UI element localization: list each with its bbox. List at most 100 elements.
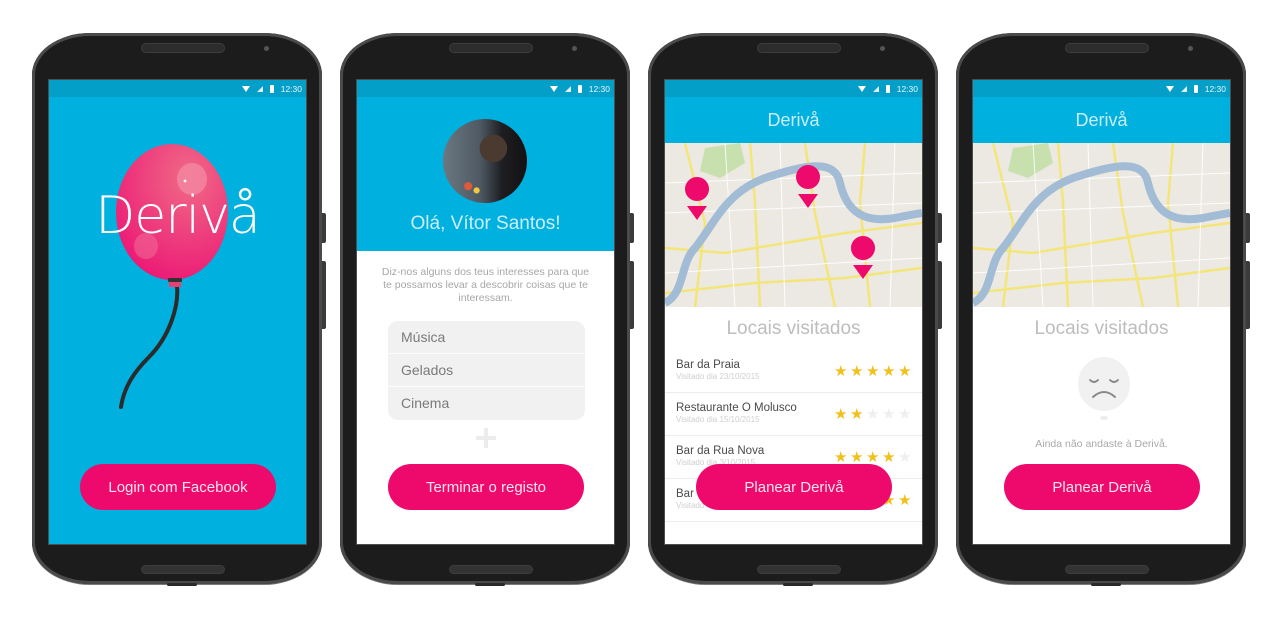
section-title: Locais visitados: [1034, 318, 1169, 339]
battery-icon: [885, 84, 890, 93]
map-pins: [685, 165, 876, 279]
star-filled-icon: ★: [898, 492, 912, 509]
star-filled-icon: ★: [882, 363, 896, 380]
register-screen: 12:30 Olá, Vítor Santos! Diz-nos alguns …: [357, 80, 614, 544]
plan-deriva-button[interactable]: Planear Derivå: [696, 464, 892, 510]
interest-item[interactable]: Cinema: [388, 387, 585, 420]
status-bar: 12:30: [665, 80, 922, 97]
front-camera: [1188, 46, 1193, 51]
phone-login: 12:30 Derivå Login com Facebook: [32, 33, 326, 586]
star-empty-icon: ★: [882, 406, 896, 423]
wifi-icon: [1165, 85, 1174, 92]
greeting: Olá, Vítor Santos!: [410, 213, 561, 234]
star-filled-icon: ★: [866, 449, 880, 466]
star-filled-icon: ★: [850, 449, 864, 466]
app-logo: Derivå: [95, 186, 261, 246]
list-item[interactable]: Bar da Praia Visitado dia 23/10/2015 ★ ★ ★…: [665, 350, 922, 393]
wifi-icon: [549, 85, 558, 92]
interest-item[interactable]: Música: [388, 321, 585, 354]
rating-stars: ★★★★★: [834, 364, 913, 379]
rating-stars: ★★★★★: [834, 407, 913, 422]
battery-icon: [269, 84, 274, 93]
status-time: 12:30: [896, 83, 918, 94]
map-pin-icon: [685, 177, 710, 220]
bottom-speaker: [758, 566, 840, 573]
wifi-icon: [857, 85, 866, 92]
usb-port: [783, 583, 813, 586]
visited-screen: 12:30 Derivå Locais visitados Bar da Pra…: [665, 80, 922, 544]
wifi-icon: [241, 85, 250, 92]
finish-registration-button[interactable]: Terminar o registo: [388, 464, 584, 510]
phone-empty: 12:30 Derivå Locais visitados Ainda não …: [956, 33, 1250, 586]
front-camera: [264, 46, 269, 51]
volume-button: [938, 261, 942, 329]
phone-register: 12:30 Olá, Vítor Santos! Diz-nos alguns …: [340, 33, 634, 586]
login-screen: 12:30 Derivå Login com Facebook: [49, 80, 306, 544]
user-avatar: [443, 119, 527, 203]
power-button: [1246, 213, 1250, 243]
map-view[interactable]: [973, 143, 1230, 307]
interests-list: Música Gelados Cinema: [388, 321, 585, 420]
star-empty-icon: ★: [898, 449, 912, 466]
power-button: [322, 213, 326, 243]
volume-button: [322, 261, 326, 329]
login-facebook-button[interactable]: Login com Facebook: [80, 464, 276, 510]
list-item[interactable]: Restaurante O Molusco Visitado dia 15/10…: [665, 393, 922, 436]
bottom-speaker: [142, 566, 224, 573]
signal-icon: [256, 85, 263, 92]
star-filled-icon: ★: [850, 363, 864, 380]
splash: Derivå Login com Facebook: [49, 97, 306, 544]
usb-port: [1091, 583, 1121, 586]
plan-deriva-button[interactable]: Planear Derivå: [1004, 464, 1200, 510]
plus-icon[interactable]: [476, 428, 496, 448]
star-filled-icon: ★: [834, 406, 848, 423]
front-camera: [880, 46, 885, 51]
volume-button: [1246, 261, 1250, 329]
usb-port: [475, 583, 505, 586]
empty-screen: 12:30 Derivå Locais visitados Ainda não …: [973, 80, 1230, 544]
star-filled-icon: ★: [834, 363, 848, 380]
profile-header: Olá, Vítor Santos!: [357, 97, 614, 251]
map-graphic: [973, 143, 1230, 307]
earpiece: [450, 44, 532, 52]
interest-item[interactable]: Gelados: [388, 354, 585, 387]
bottom-speaker: [1066, 566, 1148, 573]
volume-button: [630, 261, 634, 329]
empty-state-text: Ainda não andaste à Derivå.: [1035, 438, 1168, 450]
status-bar: 12:30: [49, 80, 306, 97]
phone-visited: 12:30 Derivå Locais visitados Bar da Pra…: [648, 33, 942, 586]
mockup-stage: 12:30 Derivå Login com Facebook 12:30 Ol…: [0, 0, 1280, 617]
rating-stars: ★★★★★: [834, 450, 913, 465]
star-filled-icon: ★: [850, 406, 864, 423]
star-empty-icon: ★: [898, 406, 912, 423]
star-filled-icon: ★: [898, 363, 912, 380]
usb-port: [167, 583, 197, 586]
app-bar-title: Derivå: [665, 97, 922, 143]
section-title: Locais visitados: [726, 318, 861, 339]
interests-intro: Diz-nos alguns dos teus interesses para …: [381, 266, 590, 304]
map-view[interactable]: [665, 143, 922, 307]
star-filled-icon: ★: [882, 449, 896, 466]
map-pin-icon: [796, 165, 821, 208]
status-time: 12:30: [280, 83, 302, 94]
status-bar: 12:30: [357, 80, 614, 97]
star-empty-icon: ★: [866, 406, 880, 423]
status-time: 12:30: [1204, 83, 1226, 94]
status-time: 12:30: [588, 83, 610, 94]
bottom-speaker: [450, 566, 532, 573]
signal-icon: [1180, 85, 1187, 92]
signal-icon: [564, 85, 571, 92]
app-bar-title: Derivå: [973, 97, 1230, 143]
power-button: [938, 213, 942, 243]
battery-icon: [1193, 84, 1198, 93]
earpiece: [758, 44, 840, 52]
star-filled-icon: ★: [866, 363, 880, 380]
battery-icon: [577, 84, 582, 93]
map-pin-icon: [851, 236, 876, 279]
sad-balloon-icon: [1078, 357, 1130, 420]
status-bar: 12:30: [973, 80, 1230, 97]
earpiece: [142, 44, 224, 52]
signal-icon: [872, 85, 879, 92]
front-camera: [572, 46, 577, 51]
star-filled-icon: ★: [834, 449, 848, 466]
